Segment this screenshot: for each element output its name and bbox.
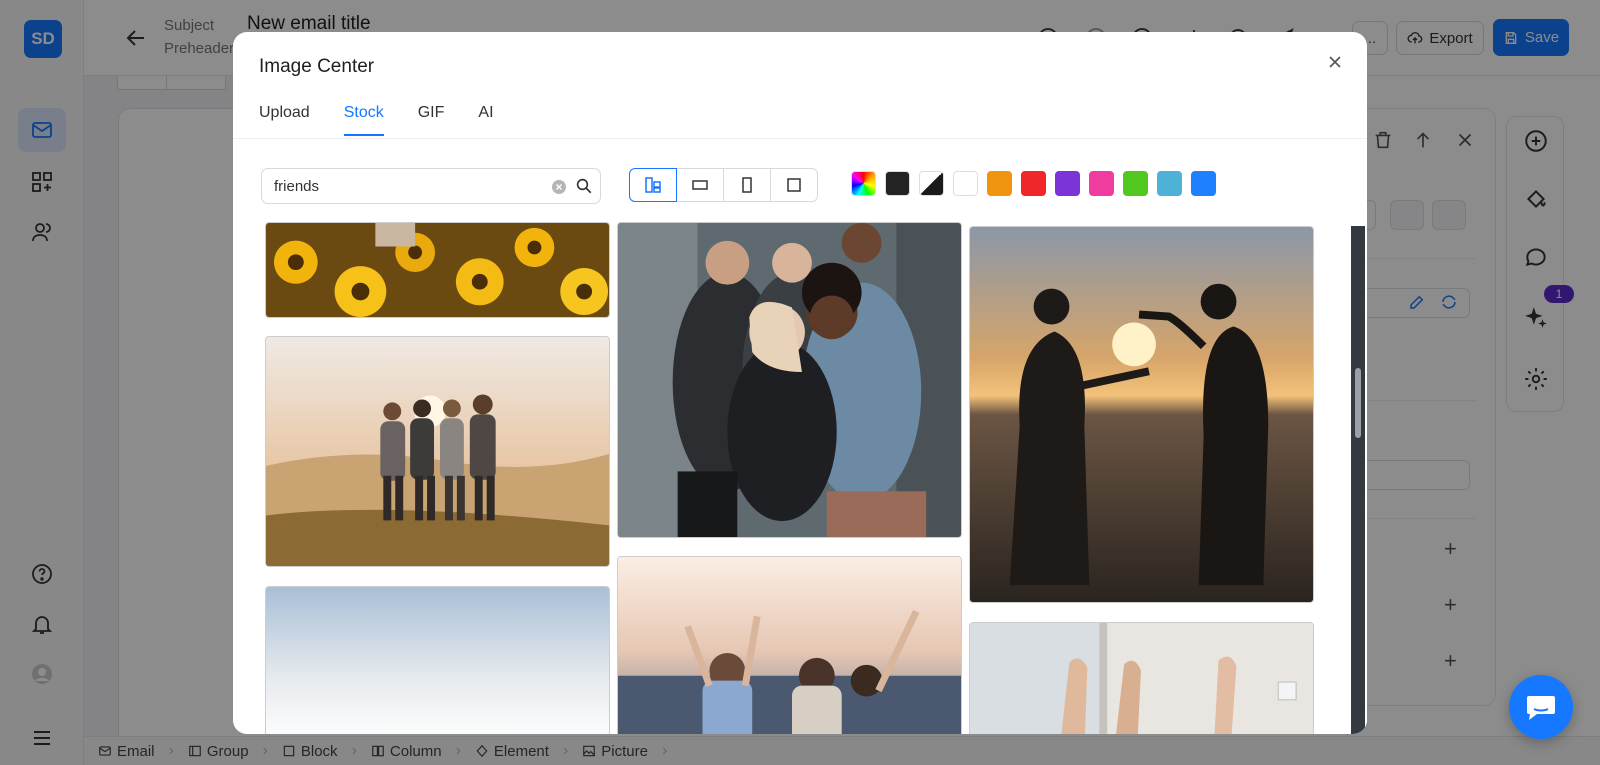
friends-raising-arms-photo bbox=[618, 557, 961, 734]
chat-support-button[interactable] bbox=[1509, 675, 1573, 739]
stock-image-beach-silhouettes[interactable] bbox=[969, 226, 1314, 603]
color-filter bbox=[851, 171, 1216, 196]
landscape-icon bbox=[692, 180, 708, 190]
tab-gif[interactable]: GIF bbox=[418, 104, 445, 136]
stock-image-feet-window[interactable] bbox=[969, 622, 1314, 734]
tab-divider bbox=[233, 138, 1367, 139]
friends-hugging-at-sunset-photo bbox=[266, 337, 609, 566]
color-swatch-rainbow[interactable] bbox=[851, 171, 876, 196]
sunflower-field-photo bbox=[266, 223, 609, 317]
image-source-tabs: Upload Stock GIF AI bbox=[259, 104, 528, 136]
stock-image-group-sitting[interactable] bbox=[617, 222, 962, 538]
all-layout-button[interactable] bbox=[629, 168, 677, 202]
image-grid-scrollbar[interactable] bbox=[1351, 226, 1365, 734]
tab-ai[interactable]: AI bbox=[478, 104, 493, 136]
landscape-button[interactable] bbox=[676, 168, 724, 202]
chat-bubble-icon bbox=[1527, 696, 1555, 720]
color-swatch-black[interactable] bbox=[885, 171, 910, 196]
color-swatch-cyan[interactable] bbox=[1157, 171, 1182, 196]
beach-sky-photo bbox=[266, 587, 609, 734]
color-swatch-black-white[interactable] bbox=[919, 171, 944, 196]
stock-image-arms-raised[interactable] bbox=[617, 556, 962, 734]
tab-upload[interactable]: Upload bbox=[259, 104, 310, 136]
stock-image-beach-sky[interactable] bbox=[265, 586, 610, 734]
color-swatch-blue[interactable] bbox=[1191, 171, 1216, 196]
color-swatch-red[interactable] bbox=[1021, 171, 1046, 196]
clear-search-icon[interactable] bbox=[552, 180, 566, 194]
color-swatch-green[interactable] bbox=[1123, 171, 1148, 196]
scrollbar-thumb[interactable] bbox=[1355, 368, 1361, 438]
search-icon[interactable] bbox=[575, 177, 593, 195]
color-swatch-orange[interactable] bbox=[987, 171, 1012, 196]
color-swatch-pink[interactable] bbox=[1089, 171, 1114, 196]
close-icon[interactable] bbox=[1325, 52, 1345, 72]
square-button[interactable] bbox=[770, 168, 818, 202]
orientation-filter bbox=[629, 168, 818, 202]
feet-on-window-sill-photo bbox=[970, 623, 1313, 734]
stock-image-friends-hugging[interactable] bbox=[265, 336, 610, 567]
search-value: friends bbox=[274, 178, 320, 195]
stock-image-sunflowers[interactable] bbox=[265, 222, 610, 318]
square-icon bbox=[787, 178, 801, 192]
modal-title: Image Center bbox=[259, 56, 375, 77]
search-input[interactable]: friends bbox=[261, 168, 601, 204]
color-swatch-white[interactable] bbox=[953, 171, 978, 196]
portrait-icon bbox=[742, 177, 752, 193]
stock-image-grid bbox=[233, 222, 1367, 734]
all-layout-icon bbox=[645, 177, 661, 193]
color-swatch-purple[interactable] bbox=[1055, 171, 1080, 196]
beach-silhouettes-photo bbox=[970, 227, 1313, 602]
portrait-button[interactable] bbox=[723, 168, 771, 202]
tab-stock[interactable]: Stock bbox=[343, 104, 384, 136]
image-center-modal: Image Center Upload Stock GIF AI friends bbox=[233, 32, 1367, 734]
group-of-friends-sitting-photo bbox=[618, 223, 961, 537]
